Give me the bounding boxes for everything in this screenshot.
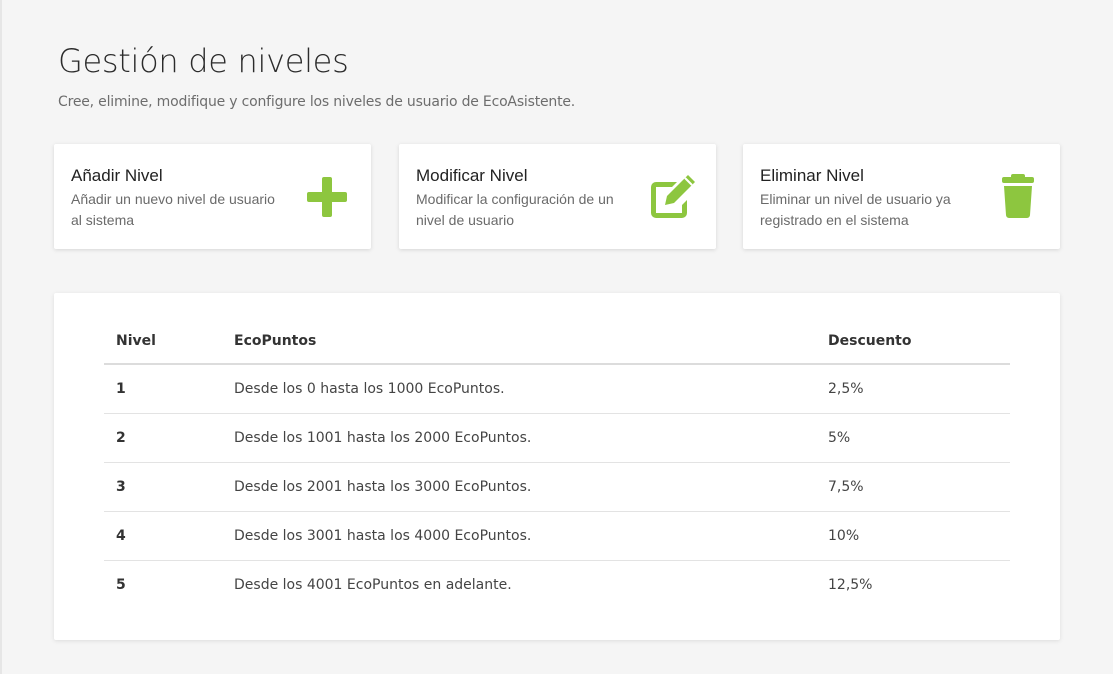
trash-icon[interactable]	[997, 172, 1047, 222]
table-header-row: Nivel EcoPuntos Descuento	[104, 318, 1010, 365]
add-level-title: Añadir Nivel	[71, 166, 163, 185]
levels-table-card: Nivel EcoPuntos Descuento 1 Desde los 0 …	[54, 293, 1060, 640]
modify-level-description: Modificar la configuración de un nivel d…	[416, 191, 614, 228]
cell-descuento: 7,5%	[816, 462, 1010, 512]
table-row: 3 Desde los 2001 hasta los 3000 EcoPunto…	[104, 462, 1010, 512]
cell-ecopuntos: Desde los 3001 hasta los 4000 EcoPuntos.	[222, 511, 816, 561]
cell-ecopuntos: Desde los 4001 EcoPuntos en adelante.	[234, 577, 512, 593]
table-row: 5 Desde los 4001 EcoPuntos en adelante. …	[104, 561, 1010, 610]
cell-nivel: 5	[116, 577, 126, 593]
cell-ecopuntos: Desde los 1001 hasta los 2000 EcoPuntos.	[222, 413, 816, 463]
column-header-ecopuntos: EcoPuntos	[222, 318, 816, 365]
levels-table: Nivel EcoPuntos Descuento 1 Desde los 0 …	[104, 318, 1010, 609]
cell-descuento: 2,5%	[816, 364, 1010, 414]
cell-nivel: 2	[104, 413, 222, 463]
cell-descuento: 10%	[816, 511, 1010, 561]
table-row: 4 Desde los 3001 hasta los 4000 EcoPunto…	[104, 511, 1010, 561]
cell-nivel: 4	[104, 511, 222, 561]
page: Gestión de niveles Cree, elimine, modifi…	[0, 0, 1113, 674]
delete-level-title: Eliminar Nivel	[760, 166, 864, 185]
table-row: 2 Desde los 1001 hasta los 2000 EcoPunto…	[104, 413, 1010, 463]
delete-level-card[interactable]: Eliminar Nivel Eliminar un nivel de usua…	[743, 144, 1060, 249]
cell-ecopuntos: Desde los 0 hasta los 1000 EcoPuntos.	[222, 364, 816, 414]
column-header-descuento: Descuento	[816, 318, 1010, 365]
modify-level-card[interactable]: Modificar Nivel Modificar la configuraci…	[399, 144, 716, 249]
add-level-card[interactable]: Añadir Nivel Añadir un nuevo nivel de us…	[54, 144, 371, 249]
table-row: 1 Desde los 0 hasta los 1000 EcoPuntos. …	[104, 364, 1010, 414]
cell-nivel: 1	[104, 364, 222, 414]
cell-nivel: 3	[104, 462, 222, 512]
column-header-nivel: Nivel	[104, 318, 222, 365]
page-subtitle: Cree, elimine, modifique y configure los…	[58, 94, 576, 110]
delete-level-description: Eliminar un nivel de usuario ya registra…	[760, 191, 951, 228]
cell-descuento: 12,5%	[828, 577, 873, 593]
cell-ecopuntos: Desde los 2001 hasta los 3000 EcoPuntos.	[222, 462, 816, 512]
plus-icon[interactable]	[302, 172, 352, 222]
cell-descuento: 5%	[816, 413, 1010, 463]
modify-level-title: Modificar Nivel	[416, 166, 528, 185]
page-title: Gestión de niveles	[58, 42, 349, 80]
add-level-description: Añadir un nuevo nivel de usuario al sist…	[71, 191, 275, 228]
edit-icon[interactable]	[647, 172, 697, 222]
